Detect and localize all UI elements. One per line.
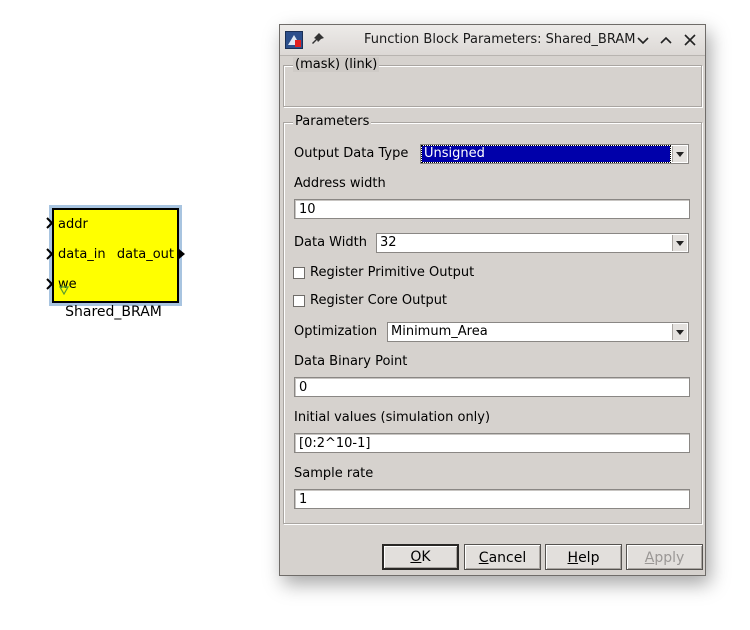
initial-values-label: Initial values (simulation only)	[294, 410, 491, 425]
help-mnemonic: H	[567, 550, 579, 566]
address-width-input[interactable]: 10	[294, 199, 690, 219]
title-bar[interactable]: Function Block Parameters: Shared_BRAM	[280, 25, 705, 56]
optimization-label: Optimization	[294, 324, 378, 339]
chevron-down-icon[interactable]	[672, 146, 687, 162]
sample-rate-label: Sample rate	[294, 466, 374, 481]
initial-values-input[interactable]: [0:2^10-1]	[294, 433, 690, 453]
ok-label: K	[421, 549, 431, 565]
chevron-down-icon[interactable]	[672, 235, 687, 251]
ok-button[interactable]: OK	[382, 544, 459, 570]
input-port-we-icon[interactable]	[46, 278, 54, 290]
help-button[interactable]: Help	[545, 544, 622, 570]
output-data-type-label: Output Data Type	[294, 146, 409, 161]
sample-rate-input[interactable]: 1	[294, 489, 690, 509]
apply-button[interactable]: Apply	[626, 544, 703, 570]
chevron-down-icon[interactable]	[672, 324, 687, 340]
block-name-label[interactable]: Shared_BRAM	[52, 304, 175, 320]
maximize-icon[interactable]	[657, 31, 675, 49]
optimization-value: Minimum_Area	[391, 324, 488, 339]
ok-mnemonic: O	[410, 549, 422, 565]
output-port-data-out-icon[interactable]	[178, 248, 186, 260]
dialog-title: Function Block Parameters: Shared_BRAM	[364, 32, 636, 47]
apply-label: pply	[654, 550, 685, 566]
close-icon[interactable]	[681, 31, 699, 49]
data-binary-point-input[interactable]: 0	[294, 377, 690, 397]
cancel-button[interactable]: Cancel	[464, 544, 541, 570]
register-core-output-checkbox[interactable]	[293, 295, 305, 307]
port-label-addr: addr	[58, 217, 88, 232]
data-binary-point-label: Data Binary Point	[294, 354, 408, 369]
link-marker-icon	[59, 286, 69, 295]
optimization-select[interactable]: Minimum_Area	[387, 322, 689, 342]
app-icon	[285, 31, 303, 49]
address-width-label: Address width	[294, 176, 386, 191]
register-primitive-output-label[interactable]: Register Primitive Output	[310, 265, 474, 280]
shared-bram-block[interactable]: addr data_in we data_out	[46, 208, 185, 303]
parameters-group-title: Parameters	[293, 114, 372, 129]
data-width-value: 32	[380, 235, 397, 250]
port-label-data-out: data_out	[116, 247, 174, 262]
cancel-label: ancel	[488, 550, 527, 566]
input-port-data-in-icon[interactable]	[46, 248, 54, 260]
cancel-mnemonic: C	[478, 550, 489, 566]
output-data-type-select[interactable]: Unsigned	[420, 144, 689, 164]
port-label-data-in: data_in	[58, 247, 106, 262]
register-core-output-label[interactable]: Register Core Output	[310, 293, 447, 308]
help-label: elp	[578, 550, 600, 566]
output-data-type-value: Unsigned	[421, 145, 671, 163]
minimize-icon[interactable]	[634, 31, 652, 49]
function-block-parameters-dialog: Function Block Parameters: Shared_BRAM (…	[279, 24, 706, 576]
data-width-label: Data Width	[294, 235, 367, 250]
mask-groupbox: (mask) (link)	[283, 57, 702, 107]
data-width-select[interactable]: 32	[376, 233, 689, 253]
input-port-addr-icon[interactable]	[46, 217, 54, 229]
register-primitive-output-checkbox[interactable]	[293, 267, 305, 279]
apply-mnemonic: A	[644, 550, 655, 566]
pin-icon[interactable]	[310, 31, 326, 47]
mask-label: (mask) (link)	[293, 57, 380, 72]
